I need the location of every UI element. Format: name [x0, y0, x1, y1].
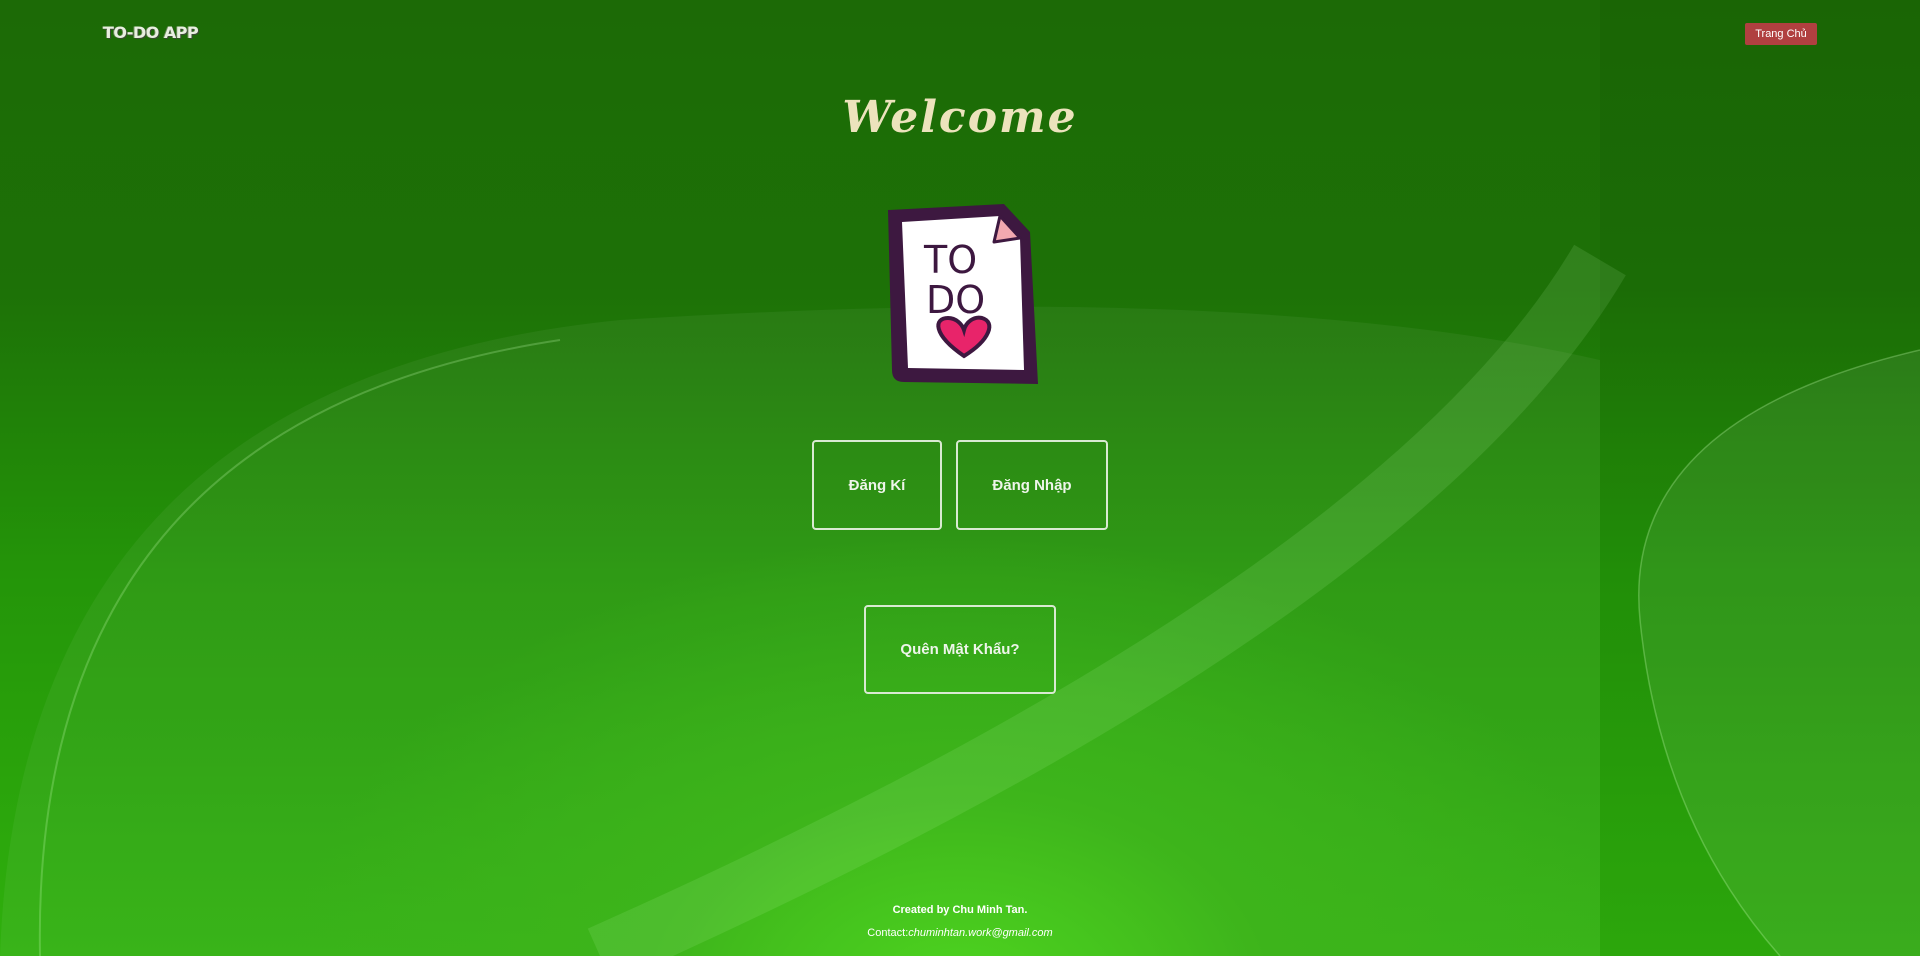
todo-image-label-line1: TO [923, 238, 977, 282]
todo-image-label-line2: DO [926, 278, 985, 322]
home-button[interactable]: Trang Chủ [1745, 23, 1817, 45]
login-button[interactable]: Đăng Nhập [956, 440, 1108, 530]
forgot-password-button[interactable]: Quên Mật Khẩu? [864, 605, 1056, 694]
footer-credit: Created by Chu Minh Tan. [892, 904, 1028, 916]
welcome-title: Welcome [842, 92, 1078, 143]
footer-contact: Contact:chuminhtan.work@gmail.com [0, 927, 1920, 939]
todo-note-image: TO DO [888, 204, 1038, 384]
contact-label: Contact: [867, 927, 909, 939]
app-logo[interactable]: TO-DO APP [103, 23, 199, 42]
contact-email[interactable]: chuminhtan.work@gmail.com [908, 927, 1052, 939]
register-button[interactable]: Đăng Kí [812, 440, 942, 530]
